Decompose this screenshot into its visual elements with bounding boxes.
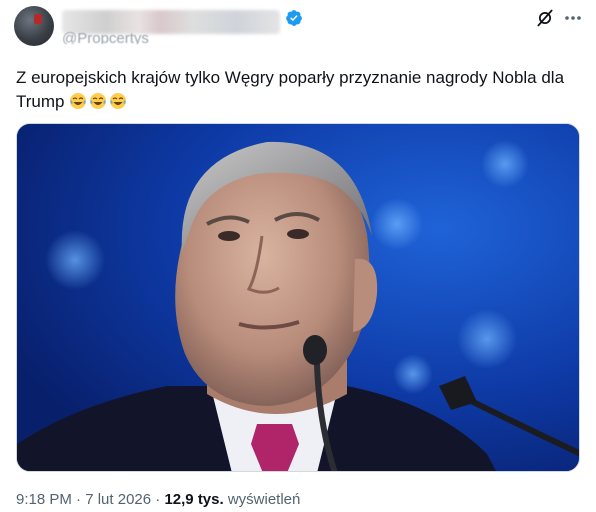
author-handle[interactable]: @Propcertys <box>62 28 149 44</box>
tweet-text-line-2: Trump <box>16 90 581 114</box>
verified-badge-icon <box>286 10 302 26</box>
more-options-icon[interactable] <box>562 8 584 28</box>
author-avatar[interactable] <box>14 6 54 46</box>
avatar-detail <box>34 14 42 24</box>
tears-of-joy-emoji-icon <box>70 93 87 109</box>
tweet-date[interactable]: 7 lut 2026 <box>85 491 151 508</box>
views-label: wyświetleń <box>227 491 301 508</box>
tears-of-joy-emoji-icon <box>90 93 107 109</box>
meta-separator: · <box>155 491 161 508</box>
tears-of-joy-emoji-icon <box>110 93 127 109</box>
tweet-text: Z europejskich krajów tylko Węgry poparł… <box>16 66 581 114</box>
grok-icon[interactable] <box>535 8 555 28</box>
tweet-text-line-1: Z europejskich krajów tylko Węgry poparł… <box>16 68 565 87</box>
photo-portrait-man-microphone <box>17 124 579 471</box>
tweet-header: @Propcertys <box>0 0 596 56</box>
tweet-photo[interactable] <box>16 123 580 472</box>
tweet-meta: 9:18 PM · 7 lut 2026 · 12,9 tys. wyświet… <box>16 491 300 508</box>
tweet-text-trump: Trump <box>16 92 65 111</box>
meta-separator: · <box>76 491 82 508</box>
tweet-time[interactable]: 9:18 PM <box>16 491 72 508</box>
views-count: 12,9 tys. <box>164 491 224 508</box>
